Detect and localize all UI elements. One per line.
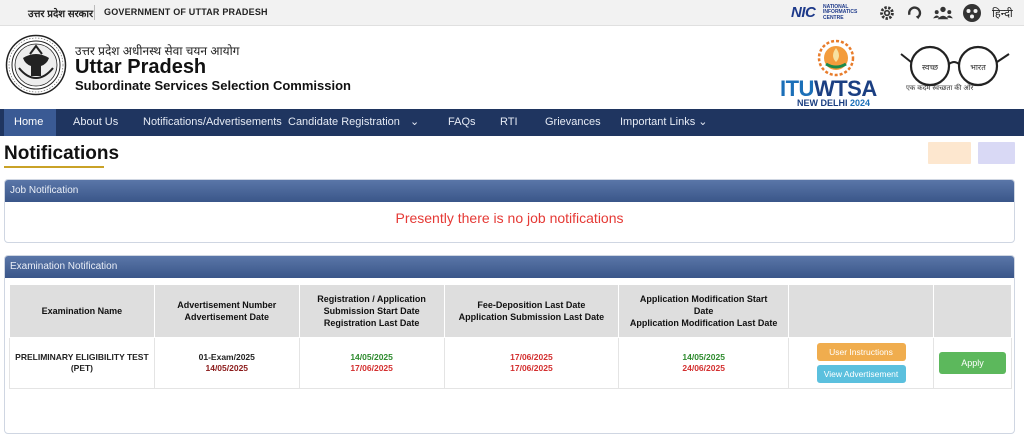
swachh-caption: एक कदम स्वच्छता की ओर xyxy=(906,85,974,92)
app-last-date: 17/06/2025 xyxy=(510,363,553,373)
screen-reader-icon[interactable] xyxy=(905,4,923,22)
nav-rti[interactable]: RTI xyxy=(490,109,528,136)
top-utility-bar: उत्तर प्रदेश सरकार GOVERNMENT OF UTTAR P… xyxy=(0,0,1024,26)
adv-number: 01-Exam/2025 xyxy=(198,352,255,362)
view-advertisement-button[interactable]: View Advertisement xyxy=(816,365,906,383)
main-navbar: Home About Us Notifications/Advertisemen… xyxy=(0,109,1024,136)
job-notification-heading: Job Notification xyxy=(5,180,1014,202)
nav-home[interactable]: Home xyxy=(4,109,56,136)
table-header-row: Examination Name Advertisement Number Adv… xyxy=(9,284,1013,338)
adv-date: 14/05/2025 xyxy=(205,363,249,373)
apply-cell: Apply xyxy=(932,337,1013,389)
table-row: PRELIMINARY ELIGIBILITY TEST (PET) 01-Ex… xyxy=(9,337,1013,389)
nav-candidate-registration[interactable]: Candidate Registration xyxy=(278,109,410,136)
page-title: Notifications xyxy=(4,143,120,164)
nic-mark: NIC xyxy=(791,4,816,21)
mod-last-date: 24/06/2025 xyxy=(682,363,725,373)
col-registration: Registration / Application Submission Sta… xyxy=(298,284,445,338)
language-toggle[interactable]: हिन्दी xyxy=(992,6,1013,21)
nav-important-links[interactable]: Important Links ⌄ xyxy=(610,109,717,136)
nav-dropdown-chevron-icon[interactable]: ⌄ xyxy=(400,109,429,136)
nav-faqs[interactable]: FAQs xyxy=(438,109,486,136)
title-underline xyxy=(4,166,104,168)
gear-icon[interactable] xyxy=(878,4,896,22)
reg-last-date: 17/06/2025 xyxy=(350,363,393,373)
fee-last-date: 17/06/2025 xyxy=(510,352,553,362)
modification-cell: 14/05/2025 24/06/2025 xyxy=(618,337,790,389)
nic-text: NATIONAL INFORMATICS CENTRE xyxy=(823,4,858,21)
nav-notifications-advertisements[interactable]: Notifications/Advertisements xyxy=(133,109,292,136)
contrast-icon[interactable] xyxy=(962,3,982,23)
examination-table: Examination Name Advertisement Number Adv… xyxy=(9,284,1013,389)
col-exam-name: Examination Name xyxy=(9,284,155,338)
col-modification: Application Modification Start Date Applic… xyxy=(618,284,790,338)
advertisement-cell: 01-Exam/2025 14/05/2025 xyxy=(153,337,300,389)
registration-cell: 14/05/2025 17/06/2025 xyxy=(298,337,445,389)
itu-wtsa-logo[interactable]: ITUWTSA NEW DELHI 2024 xyxy=(780,36,877,108)
org-subtitle: Subordinate Services Selection Commissio… xyxy=(75,78,351,93)
divider xyxy=(94,5,95,20)
actions-cell: User Instructions View Advertisement xyxy=(788,337,934,389)
apply-button[interactable]: Apply xyxy=(938,352,1006,374)
reg-start-date: 14/05/2025 xyxy=(350,352,393,362)
examination-notification-panel: Examination Notification Examination Nam… xyxy=(4,255,1015,434)
gov-hindi-label: उत्तर प्रदेश सरकार xyxy=(28,9,94,20)
user-instructions-button[interactable]: User Instructions xyxy=(816,343,906,361)
theme-swatch-peach[interactable] xyxy=(928,142,971,164)
col-fee-deposition: Fee-Deposition Last Date Application Subm… xyxy=(443,284,620,338)
theme-swatch-lavender[interactable] xyxy=(978,142,1015,164)
col-advertisement: Advertisement Number Advertisement Date xyxy=(153,284,300,338)
swachh-right-word: भारत xyxy=(970,63,986,72)
itu-location: NEW DELHI 2024 xyxy=(797,98,871,108)
exam-name-cell: PRELIMINARY ELIGIBILITY TEST (PET) xyxy=(9,337,155,389)
fee-deposition-cell: 17/06/2025 17/06/2025 xyxy=(443,337,620,389)
lotus-icon xyxy=(817,39,855,77)
swachh-left-word: स्वच्छ xyxy=(922,63,939,72)
no-job-message: Presently there is no job notifications xyxy=(395,210,624,226)
nav-about-us[interactable]: About Us xyxy=(63,109,128,136)
col-actions xyxy=(788,284,934,338)
site-header: उत्तर प्रदेश अधीनस्थ सेवा चयन आयोग Uttar… xyxy=(0,26,1024,109)
col-apply xyxy=(932,284,1013,338)
uttar-pradesh-emblem-logo[interactable] xyxy=(5,34,67,96)
job-notification-panel: Job Notification Presently there is no j… xyxy=(4,179,1015,243)
gov-english-label: GOVERNMENT OF UTTAR PRADESH xyxy=(104,7,268,17)
sitemap-icon[interactable] xyxy=(932,4,954,22)
nav-grievances[interactable]: Grievances xyxy=(535,109,611,136)
org-name: Uttar Pradesh xyxy=(75,56,207,78)
examination-notification-heading: Examination Notification xyxy=(5,256,1014,278)
mod-start-date: 14/05/2025 xyxy=(682,352,725,362)
